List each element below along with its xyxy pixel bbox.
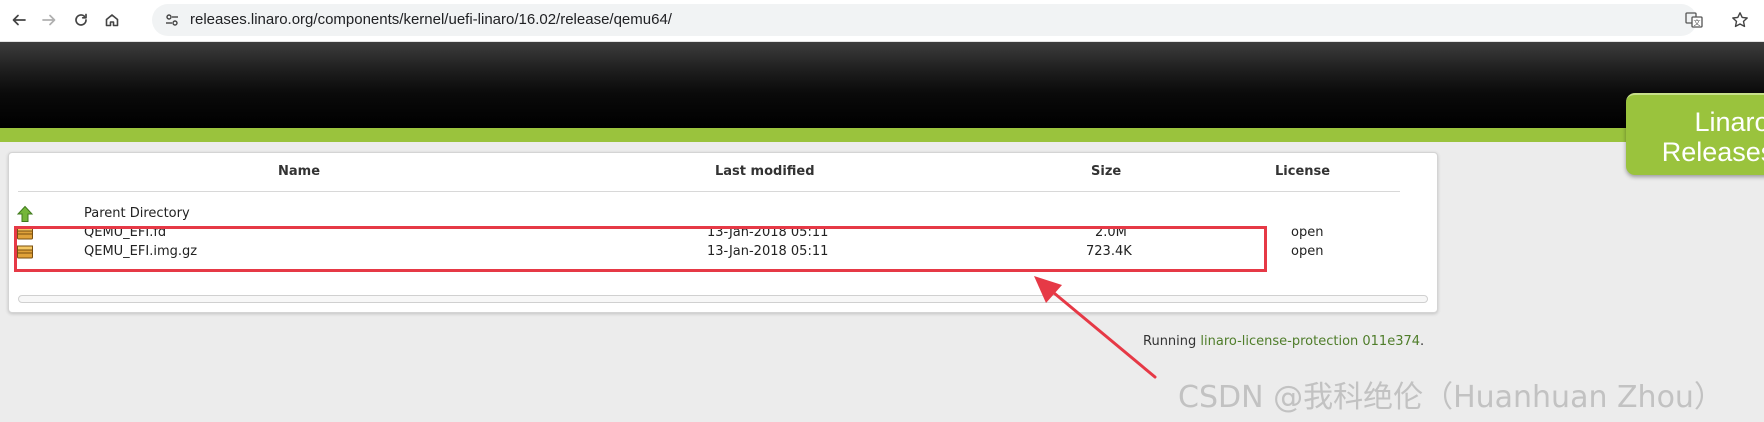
- file-license: open: [1291, 225, 1324, 240]
- site-header: [0, 42, 1764, 128]
- annotation-arrow: [1034, 276, 1157, 379]
- header-divider: [18, 191, 1400, 192]
- horizontal-scrollbar[interactable]: [18, 295, 1428, 303]
- bookmark-star-icon[interactable]: [1731, 11, 1749, 29]
- reload-icon[interactable]: [70, 9, 92, 31]
- url-text[interactable]: releases.linaro.org/components/kernel/ue…: [190, 11, 672, 28]
- up-arrow-icon[interactable]: [16, 205, 34, 223]
- forward-icon[interactable]: [38, 9, 60, 31]
- brand-line-2: Releases: [1661, 137, 1764, 167]
- footer-suffix: .: [1420, 334, 1425, 349]
- brand-logo[interactable]: Linaro Releases: [1626, 93, 1764, 175]
- watermark: CSDN @我科绝伦（Huanhuan Zhou）: [1178, 380, 1724, 415]
- browser-toolbar: releases.linaro.org/components/kernel/ue…: [0, 0, 1764, 42]
- footer-prefix: Running: [1143, 334, 1201, 349]
- address-bar[interactable]: releases.linaro.org/components/kernel/ue…: [152, 4, 1703, 36]
- site-settings-icon[interactable]: [164, 12, 180, 28]
- column-header-size[interactable]: Size: [1091, 164, 1121, 179]
- column-header-license[interactable]: License: [1275, 164, 1330, 179]
- footer-link[interactable]: linaro-license-protection 011e374: [1200, 334, 1420, 349]
- home-icon[interactable]: [101, 9, 123, 31]
- footer-text: Running linaro-license-protection 011e37…: [1143, 334, 1424, 349]
- parent-directory-link[interactable]: Parent Directory: [84, 205, 190, 223]
- column-header-last-modified[interactable]: Last modified: [715, 164, 815, 179]
- brand-line-1: Linaro: [1694, 107, 1764, 137]
- file-license: open: [1291, 244, 1324, 259]
- header-accent-band: [0, 128, 1764, 142]
- column-header-name[interactable]: Name: [278, 164, 320, 179]
- back-icon[interactable]: [8, 9, 30, 31]
- svg-text:文: 文: [1694, 18, 1701, 27]
- parent-directory-row[interactable]: Parent Directory: [9, 205, 1429, 223]
- translate-icon[interactable]: 文: [1685, 12, 1703, 28]
